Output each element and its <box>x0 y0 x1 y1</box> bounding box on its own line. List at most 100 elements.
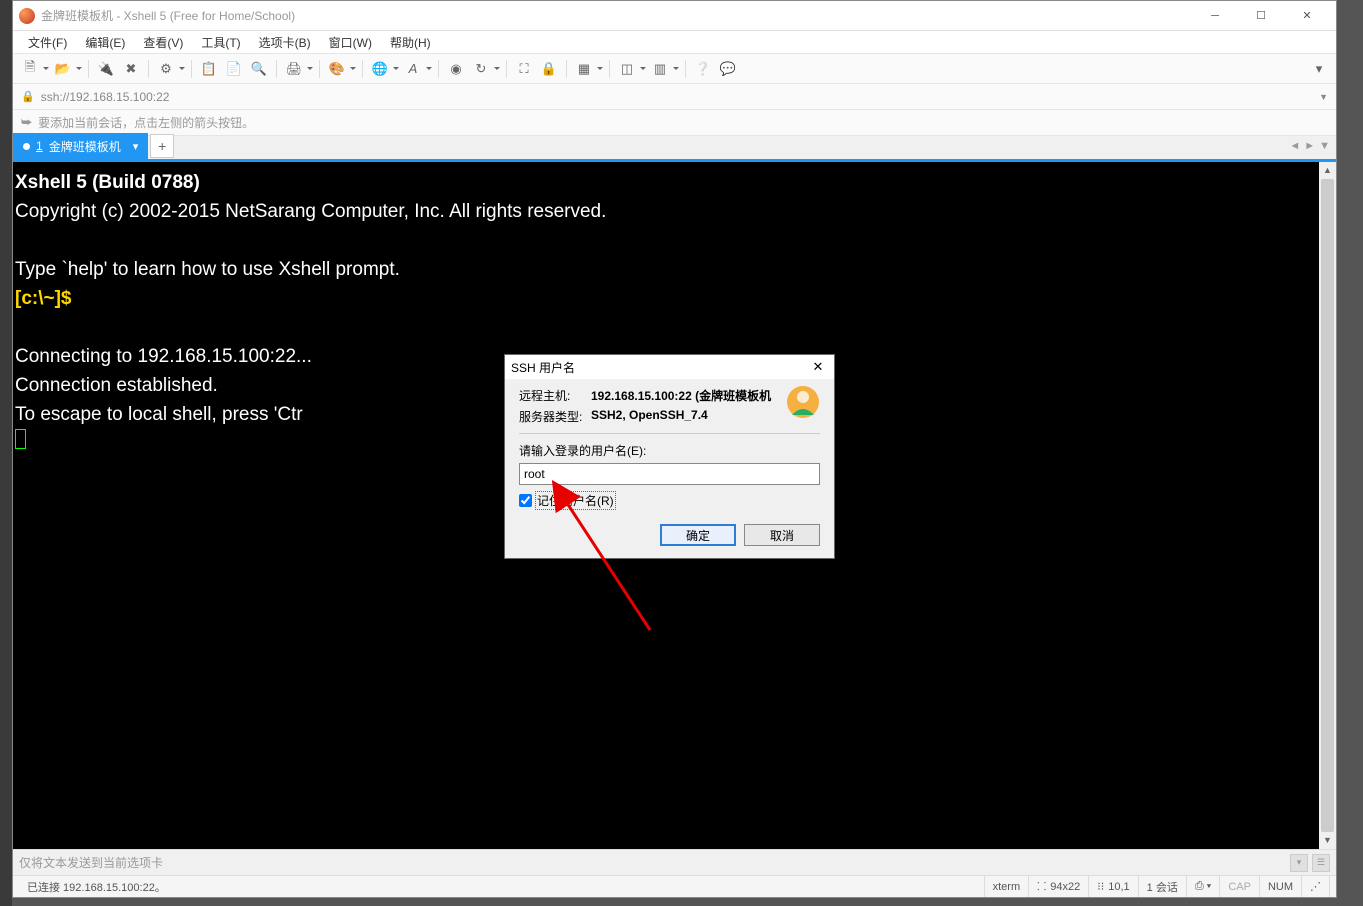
terminal-scrollbar[interactable]: ▲ ▼ <box>1319 162 1336 849</box>
disconnect-button[interactable]: ✖ <box>120 58 142 80</box>
toolbar-separator <box>438 60 439 78</box>
remote-host-label: 远程主机: <box>519 387 591 404</box>
xftp-button[interactable]: ↻ <box>470 58 500 80</box>
terminal-line: Copyright (c) 2002-2015 NetSarang Comput… <box>15 197 1334 226</box>
server-type-label: 服务器类型: <box>519 408 591 425</box>
scroll-thumb[interactable] <box>1321 179 1334 832</box>
dialog-separator <box>519 433 820 434</box>
menu-view[interactable]: 查看(V) <box>134 34 192 51</box>
bookmark-icon[interactable]: ⮩ <box>21 115 32 130</box>
menu-edit[interactable]: 编辑(E) <box>76 34 134 51</box>
lock-button[interactable]: 🔒 <box>538 58 560 80</box>
size-icon: ⸬ <box>1037 879 1046 894</box>
status-bar: 已连接 192.168.15.100:22。 xterm ⸬94x22 ⁝⁝10… <box>13 875 1336 897</box>
tab-label: 金牌班模板机 <box>49 138 121 155</box>
status-num: NUM <box>1260 876 1302 897</box>
session-tab-active[interactable]: 1 金牌班模板机 ▾ <box>13 133 148 159</box>
fullscreen-button[interactable]: ⛶ <box>513 58 535 80</box>
terminal-blank <box>15 226 1334 255</box>
feedback-button[interactable]: 💬 <box>717 58 739 80</box>
dialog-titlebar[interactable]: SSH 用户名 ✕ <box>505 355 834 379</box>
terminal-line: Xshell 5 (Build 0788) <box>15 168 1334 197</box>
status-print: ⎙ ▾ <box>1187 876 1220 897</box>
encoding-button[interactable]: 🌐 <box>369 58 399 80</box>
menu-window[interactable]: 窗口(W) <box>320 34 381 51</box>
find-button[interactable]: 🔍 <box>248 58 270 80</box>
menu-file[interactable]: 文件(F) <box>19 34 76 51</box>
cancel-button[interactable]: 取消 <box>744 524 820 546</box>
app-icon <box>19 8 35 24</box>
username-input[interactable] <box>519 463 820 485</box>
toolbar-separator <box>685 60 686 78</box>
menu-help[interactable]: 帮助(H) <box>381 34 440 51</box>
ok-button[interactable]: 确定 <box>660 524 736 546</box>
server-type-value: SSH2, OpenSSH_7.4 <box>591 408 708 425</box>
new-tab-button[interactable]: + <box>150 134 174 158</box>
tab-prev-button[interactable]: ◄ <box>1289 140 1300 152</box>
dialog-close-button[interactable]: ✕ <box>808 359 828 375</box>
properties-button[interactable]: ⚙ <box>155 58 185 80</box>
status-cursor: ⁝⁝10,1 <box>1089 876 1138 897</box>
status-size: ⸬94x22 <box>1029 876 1089 897</box>
new-session-button[interactable]: 🗎 <box>19 58 49 80</box>
tab-list-button[interactable]: ▼ <box>1319 140 1330 152</box>
remote-host-value: 192.168.15.100:22 (金牌班模板机 <box>591 387 771 404</box>
help-button[interactable]: ❔ <box>692 58 714 80</box>
scroll-up-icon[interactable]: ▲ <box>1319 162 1336 179</box>
remember-username-checkbox[interactable] <box>519 494 532 507</box>
print-button[interactable]: 🖨 <box>283 58 313 80</box>
toolbar-separator <box>148 60 149 78</box>
layout-button[interactable]: ◫ <box>616 58 646 80</box>
hint-text: 要添加当前会话，点击左侧的箭头按钮。 <box>38 114 254 131</box>
toolbar-separator <box>88 60 89 78</box>
tab-next-button[interactable]: ► <box>1304 140 1315 152</box>
send-mode-button[interactable]: ▾ <box>1290 854 1308 872</box>
toolbar-separator <box>276 60 277 78</box>
status-connection: 已连接 192.168.15.100:22。 <box>19 876 985 897</box>
close-window-button[interactable]: ✕ <box>1284 1 1330 31</box>
tab-close-button[interactable]: ▾ <box>133 140 139 153</box>
color-scheme-button[interactable]: 🎨 <box>326 58 356 80</box>
status-cap: CAP <box>1220 876 1260 897</box>
titlebar: 金牌班模板机 - Xshell 5 (Free for Home/School)… <box>13 1 1336 31</box>
connection-status-dot <box>23 143 30 150</box>
user-avatar-icon <box>786 385 820 419</box>
xagent-button[interactable]: ◉ <box>445 58 467 80</box>
address-dropdown-button[interactable]: ▼ <box>1319 92 1328 102</box>
toolbar-separator <box>362 60 363 78</box>
remember-username-label[interactable]: 记住用户名(R) <box>535 491 616 510</box>
font-button[interactable]: A <box>402 58 432 80</box>
status-termtype: xterm <box>985 876 1030 897</box>
scroll-down-icon[interactable]: ▼ <box>1319 832 1336 849</box>
status-resize-grip[interactable]: ⋰ <box>1302 876 1330 897</box>
lock-icon: 🔒 <box>21 90 35 103</box>
toolbar: 🗎 📂 🔌 ✖ ⚙ 📋 📄 🔍 🖨 🎨 🌐 A ◉ ↻ ⛶ 🔒 ▦ ◫ ▥ ❔ … <box>13 54 1336 84</box>
toolbar-separator <box>609 60 610 78</box>
toolbar-overflow-button[interactable]: ▾ <box>1308 58 1330 80</box>
menu-tools[interactable]: 工具(T) <box>192 34 249 51</box>
dialog-title: SSH 用户名 <box>511 359 808 376</box>
menu-tab[interactable]: 选项卡(B) <box>250 34 320 51</box>
transparency-button[interactable]: ▦ <box>573 58 603 80</box>
window-title: 金牌班模板机 - Xshell 5 (Free for Home/School) <box>41 7 1192 24</box>
open-session-button[interactable]: 📂 <box>52 58 82 80</box>
paste-button[interactable]: 📄 <box>223 58 245 80</box>
cursor-icon: ⁝⁝ <box>1097 880 1104 893</box>
status-sessions: 1 会话 <box>1139 876 1187 897</box>
address-bar: 🔒 ssh://192.168.15.100:22 ▼ <box>13 84 1336 110</box>
username-prompt: 请输入登录的用户名(E): <box>519 442 820 459</box>
maximize-button[interactable]: ☐ <box>1238 1 1284 31</box>
send-bar: 仅将文本发送到当前选项卡 ▾ ☰ <box>13 849 1336 875</box>
send-placeholder[interactable]: 仅将文本发送到当前选项卡 <box>19 854 163 871</box>
menubar: 文件(F) 编辑(E) 查看(V) 工具(T) 选项卡(B) 窗口(W) 帮助(… <box>13 31 1336 54</box>
send-history-button[interactable]: ☰ <box>1312 854 1330 872</box>
tab-strip: 1 金牌班模板机 ▾ + ◄ ► ▼ <box>13 136 1336 162</box>
copy-button[interactable]: 📋 <box>198 58 220 80</box>
reconnect-button[interactable]: 🔌 <box>95 58 117 80</box>
ssh-username-dialog: SSH 用户名 ✕ 远程主机: 192.168.15.100:22 (金牌班模板… <box>504 354 835 559</box>
minimize-button[interactable]: ─ <box>1192 1 1238 31</box>
tile-button[interactable]: ▥ <box>649 58 679 80</box>
address-text[interactable]: ssh://192.168.15.100:22 <box>41 90 1313 104</box>
terminal-cursor <box>15 429 26 449</box>
toolbar-separator <box>191 60 192 78</box>
